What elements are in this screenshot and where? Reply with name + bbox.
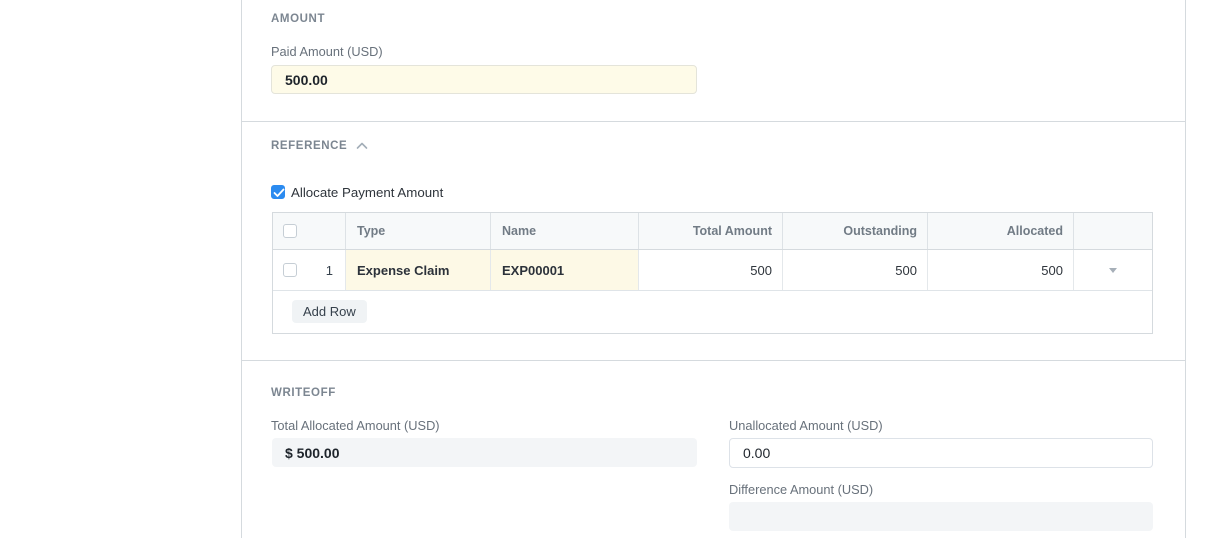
allocate-payment-checkbox[interactable] <box>271 185 285 199</box>
chevron-up-icon[interactable] <box>356 142 368 150</box>
difference-amount-label: Difference Amount (USD) <box>729 482 873 497</box>
row-index: 1 <box>326 263 333 278</box>
unallocated-label: Unallocated Amount (USD) <box>729 418 883 433</box>
section-divider <box>241 360 1185 361</box>
table-header-row: Type Name Total Amount Outstanding Alloc… <box>273 213 1152 250</box>
caret-down-icon[interactable] <box>1109 268 1117 273</box>
column-header-type[interactable]: Type <box>345 213 490 249</box>
row-select-cell: 1 <box>273 250 345 290</box>
amount-section-label: AMOUNT <box>271 13 325 25</box>
reference-section-heading[interactable]: REFERENCE <box>271 140 368 152</box>
cell-outstanding-value: 500 <box>895 263 917 278</box>
difference-amount-field <box>729 502 1153 531</box>
form-left-column-divider <box>241 0 242 538</box>
cell-name-value: EXP00001 <box>502 263 564 278</box>
total-allocated-label: Total Allocated Amount (USD) <box>271 418 440 433</box>
form-right-column-divider <box>1185 0 1186 538</box>
writeoff-section-heading: WRITEOFF <box>271 387 336 399</box>
cell-name[interactable]: EXP00001 <box>490 250 638 290</box>
cell-type-value: Expense Claim <box>357 263 450 278</box>
column-header-allocated[interactable]: Allocated <box>927 213 1073 249</box>
cell-total-amount-value: 500 <box>750 263 772 278</box>
cell-type[interactable]: Expense Claim <box>345 250 490 290</box>
cell-total-amount[interactable]: 500 <box>638 250 782 290</box>
table-row[interactable]: 1 Expense Claim EXP00001 500 500 500 <box>273 250 1152 291</box>
cell-allocated-value: 500 <box>1041 263 1063 278</box>
add-row-button[interactable]: Add Row <box>292 300 367 323</box>
paid-amount-label: Paid Amount (USD) <box>271 44 383 59</box>
column-header-outstanding[interactable]: Outstanding <box>782 213 927 249</box>
select-all-checkbox[interactable] <box>283 224 297 238</box>
writeoff-section-label: WRITEOFF <box>271 387 336 399</box>
amount-section-heading: AMOUNT <box>271 13 325 25</box>
table-footer: Add Row <box>273 291 1152 333</box>
total-allocated-field: $ 500.00 <box>272 438 697 467</box>
section-divider <box>241 121 1185 122</box>
allocate-payment-label[interactable]: Allocate Payment Amount <box>291 185 443 200</box>
paid-amount-input[interactable] <box>271 65 697 94</box>
references-table: Type Name Total Amount Outstanding Alloc… <box>272 212 1153 334</box>
row-checkbox[interactable] <box>283 263 297 277</box>
cell-allocated[interactable]: 500 <box>927 250 1073 290</box>
cell-row-menu[interactable] <box>1073 250 1152 290</box>
column-header-total-amount[interactable]: Total Amount <box>638 213 782 249</box>
reference-section-label: REFERENCE <box>271 140 347 152</box>
unallocated-input[interactable] <box>729 438 1153 468</box>
payment-entry-form: AMOUNT Paid Amount (USD) REFERENCE Alloc… <box>0 0 1227 538</box>
column-header-name[interactable]: Name <box>490 213 638 249</box>
column-header-actions <box>1073 213 1152 249</box>
header-select-cell <box>273 213 345 249</box>
cell-outstanding[interactable]: 500 <box>782 250 927 290</box>
